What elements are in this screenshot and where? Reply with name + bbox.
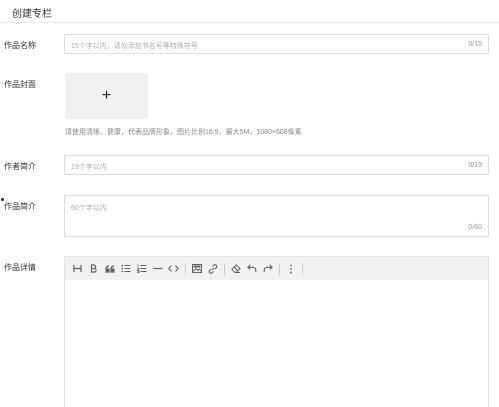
work-intro-label: 作品简介 xyxy=(4,202,36,211)
page-title: 创建专栏 xyxy=(12,9,52,20)
quote-icon[interactable] xyxy=(103,262,116,276)
page-header: 创建专栏 xyxy=(0,0,499,23)
undo-icon[interactable] xyxy=(245,262,258,276)
work-intro-placeholder: 60个字以内 xyxy=(71,205,107,212)
create-column-page: 创建专栏 作品名称 15个字以内，请勿添加书名号等特殊符号 0/15 作品封面 … xyxy=(0,0,499,407)
work-intro-counter: 0/60 xyxy=(468,224,482,231)
image-icon[interactable] xyxy=(190,262,203,276)
title-label: 作品名称 xyxy=(4,41,36,50)
author-intro-placeholder: 19个字以内 xyxy=(71,164,107,171)
editor-toolbar xyxy=(65,257,488,280)
title-placeholder: 15个字以内，请勿添加书名号等特殊符号 xyxy=(71,43,198,50)
cover-hint: 请使用清晰、健康，代表品牌形象，图片比例16:9，最大5M，1080×608像素 xyxy=(65,129,302,136)
numbered-list-icon[interactable] xyxy=(135,262,148,276)
more-icon[interactable] xyxy=(284,262,297,276)
title-input[interactable]: 15个字以内，请勿添加书名号等特殊符号 0/15 xyxy=(64,34,489,54)
redo-icon[interactable] xyxy=(261,262,274,276)
plus-icon: + xyxy=(101,87,112,104)
horizontal-rule-icon[interactable] xyxy=(151,262,164,276)
toolbar-divider xyxy=(279,262,280,275)
link-icon[interactable] xyxy=(206,262,219,276)
work-intro-textarea[interactable]: 60个字以内 0/60 xyxy=(64,195,489,237)
cover-label: 作品封面 xyxy=(4,80,36,89)
toolbar-divider xyxy=(302,262,303,275)
code-icon[interactable] xyxy=(167,262,180,276)
cover-upload-button[interactable]: + xyxy=(65,73,148,119)
heading-icon[interactable] xyxy=(71,262,84,276)
author-intro-counter: 0/19 xyxy=(468,162,482,169)
bold-icon[interactable] xyxy=(87,262,100,276)
details-label: 作品详情 xyxy=(4,263,36,272)
toolbar-divider xyxy=(185,262,186,275)
details-editor[interactable] xyxy=(64,256,489,407)
author-intro-input[interactable]: 19个字以内 0/19 xyxy=(64,155,489,175)
eraser-icon[interactable] xyxy=(229,262,242,276)
author-intro-label: 作者简介 xyxy=(4,162,36,171)
toolbar-divider xyxy=(224,262,225,275)
bullet-list-icon[interactable] xyxy=(119,262,132,276)
title-counter: 0/15 xyxy=(468,41,482,48)
